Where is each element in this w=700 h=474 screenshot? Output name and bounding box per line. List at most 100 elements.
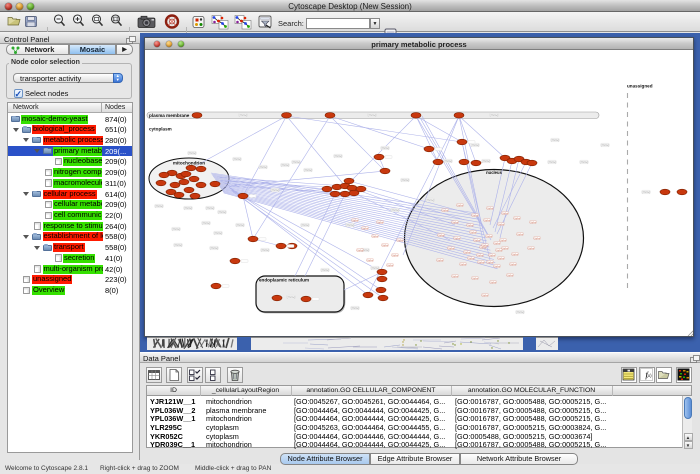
- svg-text:(Ybr0w): (Ybr0w): [426, 199, 434, 202]
- svg-text:(Ybr0w): (Ybr0w): [271, 189, 279, 192]
- svg-text:(Ybr0w): (Ybr0w): [233, 158, 241, 161]
- svg-text:cytoplasm: cytoplasm: [149, 127, 172, 132]
- svg-text:(Ygl2w): (Ygl2w): [494, 243, 501, 245]
- svg-text:(Ybr0w): (Ybr0w): [601, 144, 609, 147]
- svg-text:(Ygl2w): (Ygl2w): [490, 282, 497, 284]
- svg-text:(Ybr0w): (Ybr0w): [334, 155, 342, 158]
- svg-text:(Ygl2w): (Ygl2w): [397, 240, 404, 242]
- svg-text:(Ygl2w): (Ygl2w): [460, 264, 467, 266]
- svg-text:(Ygl2w): (Ygl2w): [470, 232, 477, 234]
- svg-text:(Ygl2w): (Ygl2w): [382, 245, 389, 247]
- svg-text:(Ygl2w): (Ygl2w): [357, 250, 364, 252]
- svg-text:(Ygl2w): (Ygl2w): [510, 264, 517, 266]
- svg-text:(Ygl2w): (Ygl2w): [467, 225, 474, 227]
- svg-text:(Ybr0w): (Ybr0w): [188, 152, 196, 155]
- svg-text:(Ygl2w): (Ygl2w): [478, 262, 485, 264]
- svg-text:(Ybr0w): (Ybr0w): [206, 207, 214, 210]
- svg-text:(Ygl2w): (Ygl2w): [442, 210, 449, 212]
- svg-text:(Ybr0w): (Ybr0w): [184, 207, 192, 210]
- svg-text:(Ygl2w): (Ygl2w): [534, 238, 541, 240]
- svg-text:(Ybr0w): (Ybr0w): [391, 209, 399, 212]
- svg-text:(Ybr0w): (Ybr0w): [368, 114, 376, 117]
- svg-text:(Ygl2w): (Ygl2w): [372, 236, 379, 238]
- svg-text:(Ygl2w): (Ygl2w): [457, 205, 464, 207]
- svg-text:(Ygl2w): (Ygl2w): [486, 236, 493, 238]
- svg-text:(Ybr0w): (Ybr0w): [471, 144, 479, 147]
- svg-text:(Ygl2w): (Ygl2w): [448, 248, 455, 250]
- svg-text:(Ybr0w): (Ybr0w): [281, 164, 289, 167]
- svg-text:(Ybr0w): (Ybr0w): [259, 166, 267, 169]
- svg-text:(Ybr0w): (Ybr0w): [218, 211, 226, 214]
- svg-text:(Ygl2w): (Ygl2w): [468, 258, 475, 260]
- svg-text:(Ybr0w): (Ybr0w): [172, 228, 180, 231]
- svg-text:(Ygl2w): (Ygl2w): [474, 240, 481, 242]
- svg-text:(Ybr0w): (Ybr0w): [381, 147, 389, 150]
- svg-text:(Ygl2w): (Ygl2w): [514, 218, 521, 220]
- svg-text:(Ygl2w): (Ygl2w): [377, 222, 384, 224]
- svg-text:(Ygl2w): (Ygl2w): [482, 245, 489, 247]
- svg-text:(Ygl2w): (Ygl2w): [512, 254, 519, 256]
- svg-text:(Ygl2w): (Ygl2w): [477, 255, 484, 257]
- svg-text:(Ybr0w): (Ybr0w): [202, 222, 210, 225]
- svg-text:(x): (x): [646, 373, 652, 378]
- svg-text:(Ygl2w): (Ygl2w): [454, 238, 461, 240]
- svg-text:(Ygl2w): (Ygl2w): [502, 213, 509, 215]
- svg-text:(Ybr0w): (Ybr0w): [351, 307, 359, 310]
- svg-text:(Ybr0w): (Ybr0w): [548, 161, 556, 164]
- svg-text:(Ygl2w): (Ygl2w): [472, 278, 479, 280]
- svg-text:(Ybr0w): (Ybr0w): [301, 224, 309, 227]
- svg-text:(Ygl2w): (Ygl2w): [438, 235, 445, 237]
- svg-text:(Ybr0w): (Ybr0w): [214, 232, 222, 235]
- svg-text:(Ybr0w): (Ybr0w): [551, 139, 559, 142]
- svg-text:unassigned: unassigned: [627, 84, 653, 89]
- svg-text:(Ybr0w): (Ybr0w): [261, 249, 269, 252]
- svg-text:(Ygl2w): (Ygl2w): [528, 248, 535, 250]
- svg-text:(Ybr0w): (Ybr0w): [371, 267, 379, 270]
- svg-text:(Ybr0w): (Ybr0w): [346, 224, 354, 227]
- svg-text:(Ygl2w): (Ygl2w): [352, 220, 359, 222]
- svg-text:(Ygl2w): (Ygl2w): [487, 262, 494, 264]
- svg-text:1:1: 1:1: [114, 17, 119, 21]
- svg-text:(Ygl2w): (Ygl2w): [452, 276, 459, 278]
- svg-text:(Ybr0w): (Ybr0w): [292, 161, 300, 164]
- svg-text:(Ybr0w): (Ybr0w): [210, 247, 218, 250]
- svg-text:(Ygl2w): (Ygl2w): [472, 215, 479, 217]
- svg-text:nucleus: nucleus: [486, 170, 502, 175]
- svg-text:(Ybr0w): (Ybr0w): [304, 169, 312, 172]
- svg-text:(Ygl2w): (Ygl2w): [367, 260, 374, 262]
- svg-text:(Ybr0w): (Ybr0w): [401, 179, 409, 182]
- svg-text:(Ygl2w): (Ygl2w): [484, 220, 491, 222]
- svg-text:(Ybr0w): (Ybr0w): [321, 269, 329, 272]
- svg-text:(Ybr0w): (Ybr0w): [580, 161, 588, 164]
- svg-text:(Ygl2w): (Ygl2w): [498, 224, 505, 226]
- svg-text:(Ybr0w): (Ybr0w): [287, 296, 295, 299]
- svg-text:(Ygl2w): (Ygl2w): [387, 265, 394, 267]
- svg-text:(Ygl2w): (Ygl2w): [480, 247, 487, 249]
- svg-text:(Ygl2w): (Ygl2w): [392, 255, 399, 257]
- svg-text:endoplasmic reticulum: endoplasmic reticulum: [259, 278, 309, 283]
- svg-text:(Ygl2w): (Ygl2w): [437, 260, 444, 262]
- svg-text:(Ybr0w): (Ybr0w): [516, 311, 524, 314]
- svg-text:(Ybr0w): (Ybr0w): [642, 191, 650, 194]
- svg-text:(Ygl2w): (Ygl2w): [502, 248, 509, 250]
- svg-text:(Ybr0w): (Ybr0w): [155, 205, 163, 208]
- svg-text:(Ybr0w): (Ybr0w): [239, 114, 247, 117]
- svg-text:(Ygl2w): (Ygl2w): [498, 258, 505, 260]
- svg-text:(Ygl2w): (Ygl2w): [487, 208, 494, 210]
- svg-text:(Ygl2w): (Ygl2w): [362, 228, 369, 230]
- svg-text:(Ygl2w): (Ygl2w): [507, 275, 514, 277]
- svg-text:(Ygl2w): (Ygl2w): [482, 295, 489, 297]
- svg-text:(Ybr0w): (Ybr0w): [174, 244, 182, 247]
- svg-text:(Ybr0w): (Ybr0w): [444, 160, 452, 163]
- svg-text:(Ybr0w): (Ybr0w): [236, 224, 244, 227]
- svg-text:(Ygl2w): (Ygl2w): [464, 252, 471, 254]
- svg-text:(Ygl2w): (Ygl2w): [489, 255, 496, 257]
- svg-text:(Ybr0w): (Ybr0w): [482, 160, 490, 163]
- svg-text:(Ybr0w): (Ybr0w): [490, 114, 498, 117]
- svg-text:(Ygl2w): (Ygl2w): [530, 222, 537, 224]
- svg-text:(Ygl2w): (Ygl2w): [452, 222, 459, 224]
- svg-text:plasma membrane: plasma membrane: [149, 113, 190, 118]
- svg-text:mitochondrion: mitochondrion: [173, 161, 205, 166]
- svg-text:(Ygl2w): (Ygl2w): [494, 266, 501, 268]
- svg-text:(Ygl2w): (Ygl2w): [500, 240, 507, 242]
